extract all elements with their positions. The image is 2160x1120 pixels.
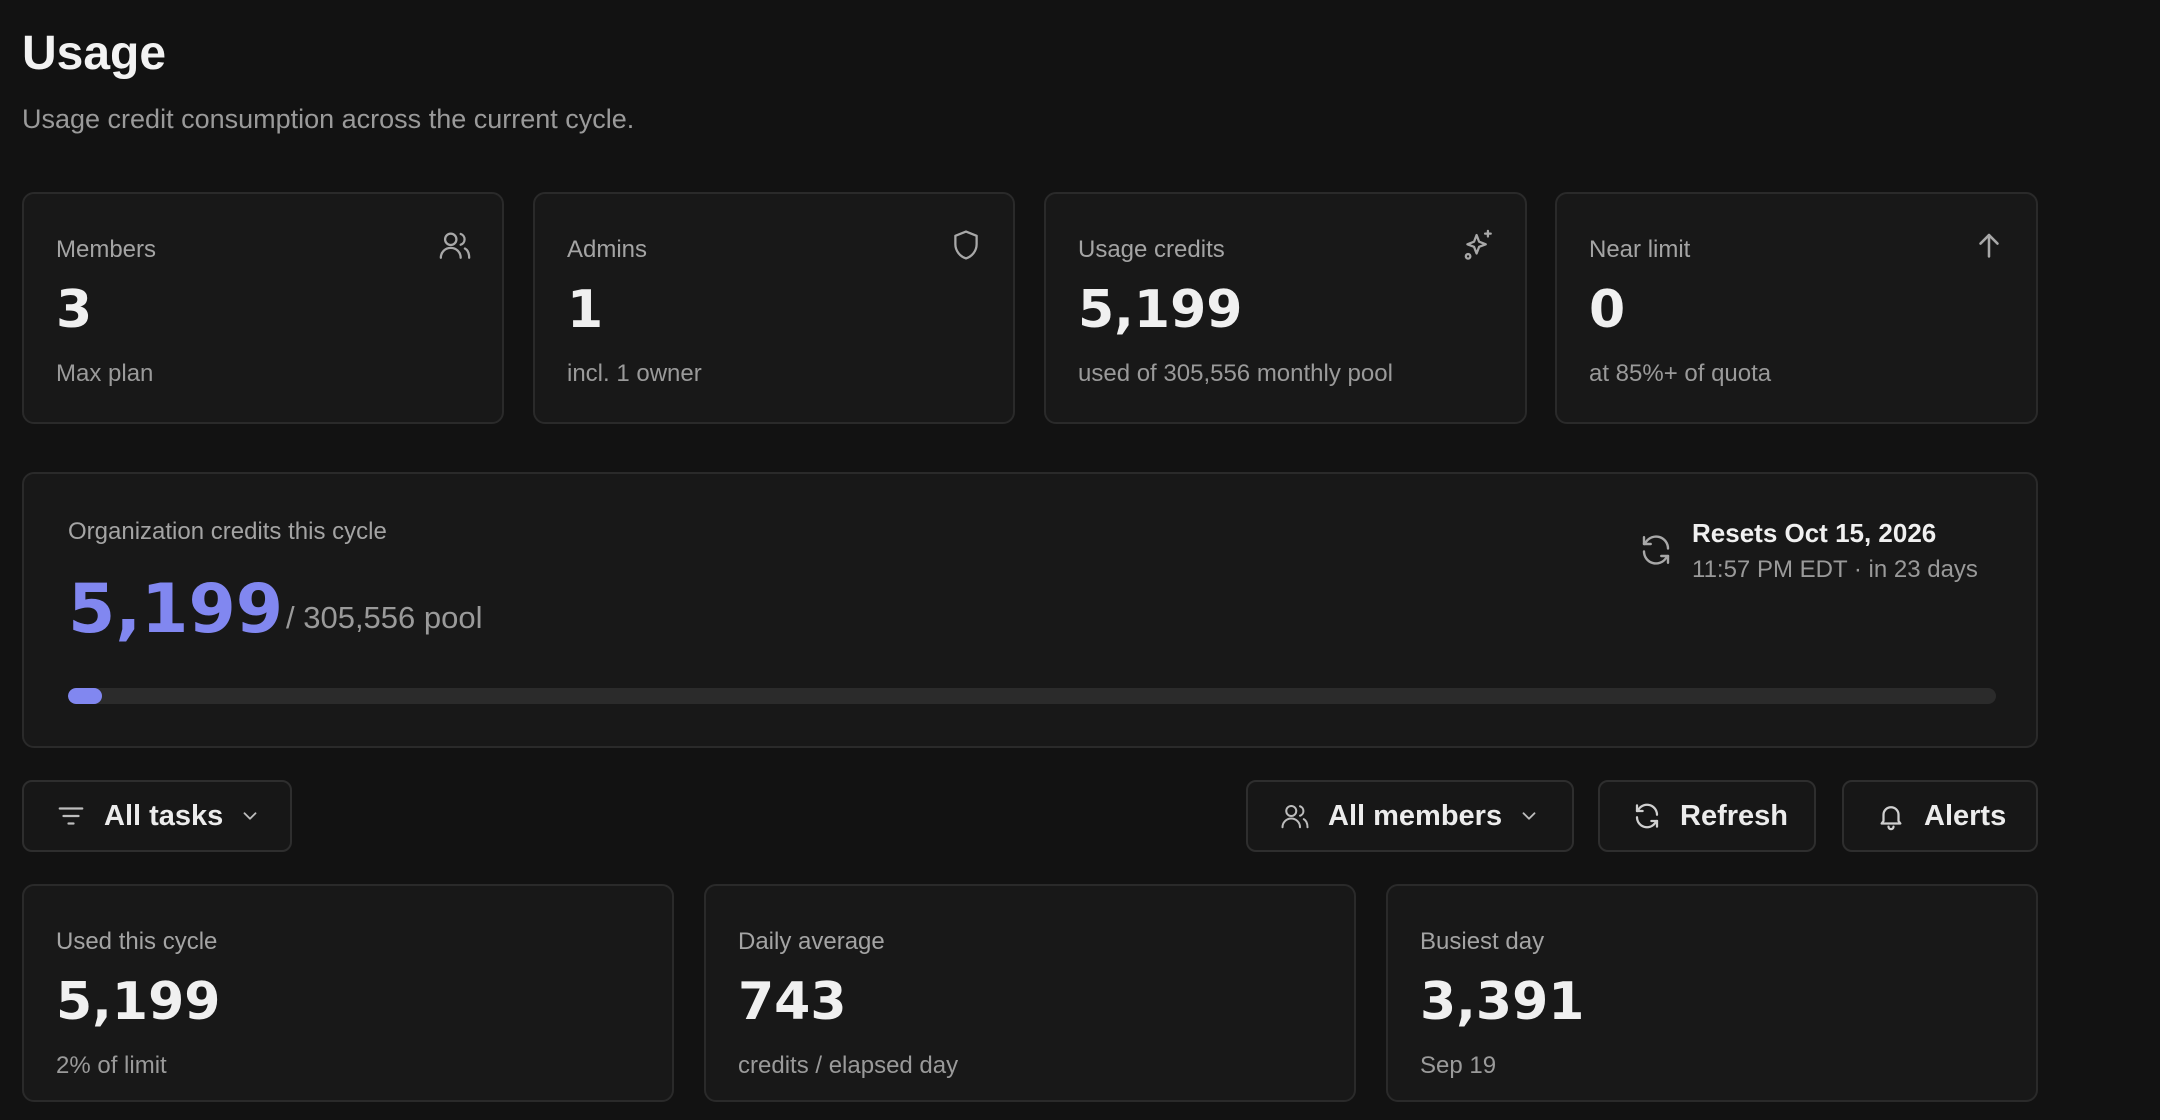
page-title: Usage	[22, 27, 167, 80]
summary-label: Busiest day	[1420, 928, 1545, 955]
members-filter-label: All members	[1328, 799, 1503, 832]
stat-value: 5,199	[1078, 280, 1243, 340]
summary-value: 3,391	[1420, 972, 1585, 1032]
users-icon	[438, 228, 472, 262]
stat-subtext: Max plan	[56, 360, 154, 387]
bell-icon	[1880, 806, 1902, 831]
stat-label: Members	[56, 236, 157, 263]
alerts-label: Alerts	[1924, 799, 2007, 832]
stat-label: Admins	[567, 236, 648, 263]
stat-card-admins: Admins 1 incl. 1 owner	[533, 192, 1015, 424]
refresh-button[interactable]: Refresh	[1598, 780, 1816, 852]
stat-subtext: incl. 1 owner	[567, 360, 702, 387]
page-subtitle: Usage credit consumption across the curr…	[22, 104, 635, 134]
summary-label: Used this cycle	[56, 928, 218, 955]
sparkles-icon	[1461, 228, 1495, 262]
members-filter-dropdown[interactable]: All members	[1246, 780, 1574, 852]
org-credits-label: Organization credits this cycle	[68, 518, 387, 545]
filter-icon	[58, 807, 84, 825]
summary-value: 743	[738, 972, 847, 1032]
summary-card-used-this-cycle: Used this cycle 5,199 2% of limit	[22, 884, 674, 1102]
stat-value: 0	[1589, 280, 1626, 340]
stat-value: 3	[56, 280, 93, 340]
refresh-cycle-icon	[1638, 532, 1674, 568]
summary-subtext: credits / elapsed day	[738, 1052, 959, 1079]
tasks-filter-dropdown[interactable]: All tasks	[22, 780, 292, 852]
stat-subtext: used of 305,556 monthly pool	[1078, 360, 1393, 387]
reset-date: Resets Oct 15, 2026	[1692, 518, 1937, 548]
refresh-icon	[1635, 803, 1659, 829]
tasks-filter-label: All tasks	[104, 799, 224, 832]
credits-progress-fill	[68, 688, 102, 704]
org-credits-value: 5,199	[68, 570, 284, 649]
credits-progress-bar	[68, 688, 1996, 704]
org-credits-card: Organization credits this cycle 5,199 / …	[22, 472, 2038, 748]
chevron-down-icon	[243, 812, 257, 820]
summary-value: 5,199	[56, 972, 221, 1032]
stat-card-usage-credits: Usage credits 5,199 used of 305,556 mont…	[1044, 192, 1527, 424]
stat-label: Near limit	[1589, 236, 1691, 263]
alerts-button[interactable]: Alerts	[1842, 780, 2038, 852]
stat-subtext: at 85%+ of quota	[1589, 360, 1772, 387]
arrow-up-icon	[1972, 228, 2006, 262]
reset-countdown: 11:57 PM EDT · in 23 days	[1692, 556, 1978, 583]
summary-subtext: 2% of limit	[56, 1052, 167, 1079]
summary-subtext: Sep 19	[1420, 1052, 1497, 1079]
shield-icon	[949, 228, 983, 262]
users-icon	[1281, 805, 1309, 829]
stat-label: Usage credits	[1078, 236, 1225, 263]
org-credits-pool: / 305,556 pool	[286, 600, 483, 635]
stat-value: 1	[567, 280, 604, 340]
stat-card-members: Members 3 Max plan	[22, 192, 504, 424]
summary-label: Daily average	[738, 928, 885, 955]
summary-card-busiest-day: Busiest day 3,391 Sep 19	[1386, 884, 2038, 1102]
summary-card-daily-average: Daily average 743 credits / elapsed day	[704, 884, 1356, 1102]
stat-card-near-limit: Near limit 0 at 85%+ of quota	[1555, 192, 2038, 424]
refresh-label: Refresh	[1680, 799, 1788, 832]
chevron-down-icon	[1522, 812, 1536, 820]
